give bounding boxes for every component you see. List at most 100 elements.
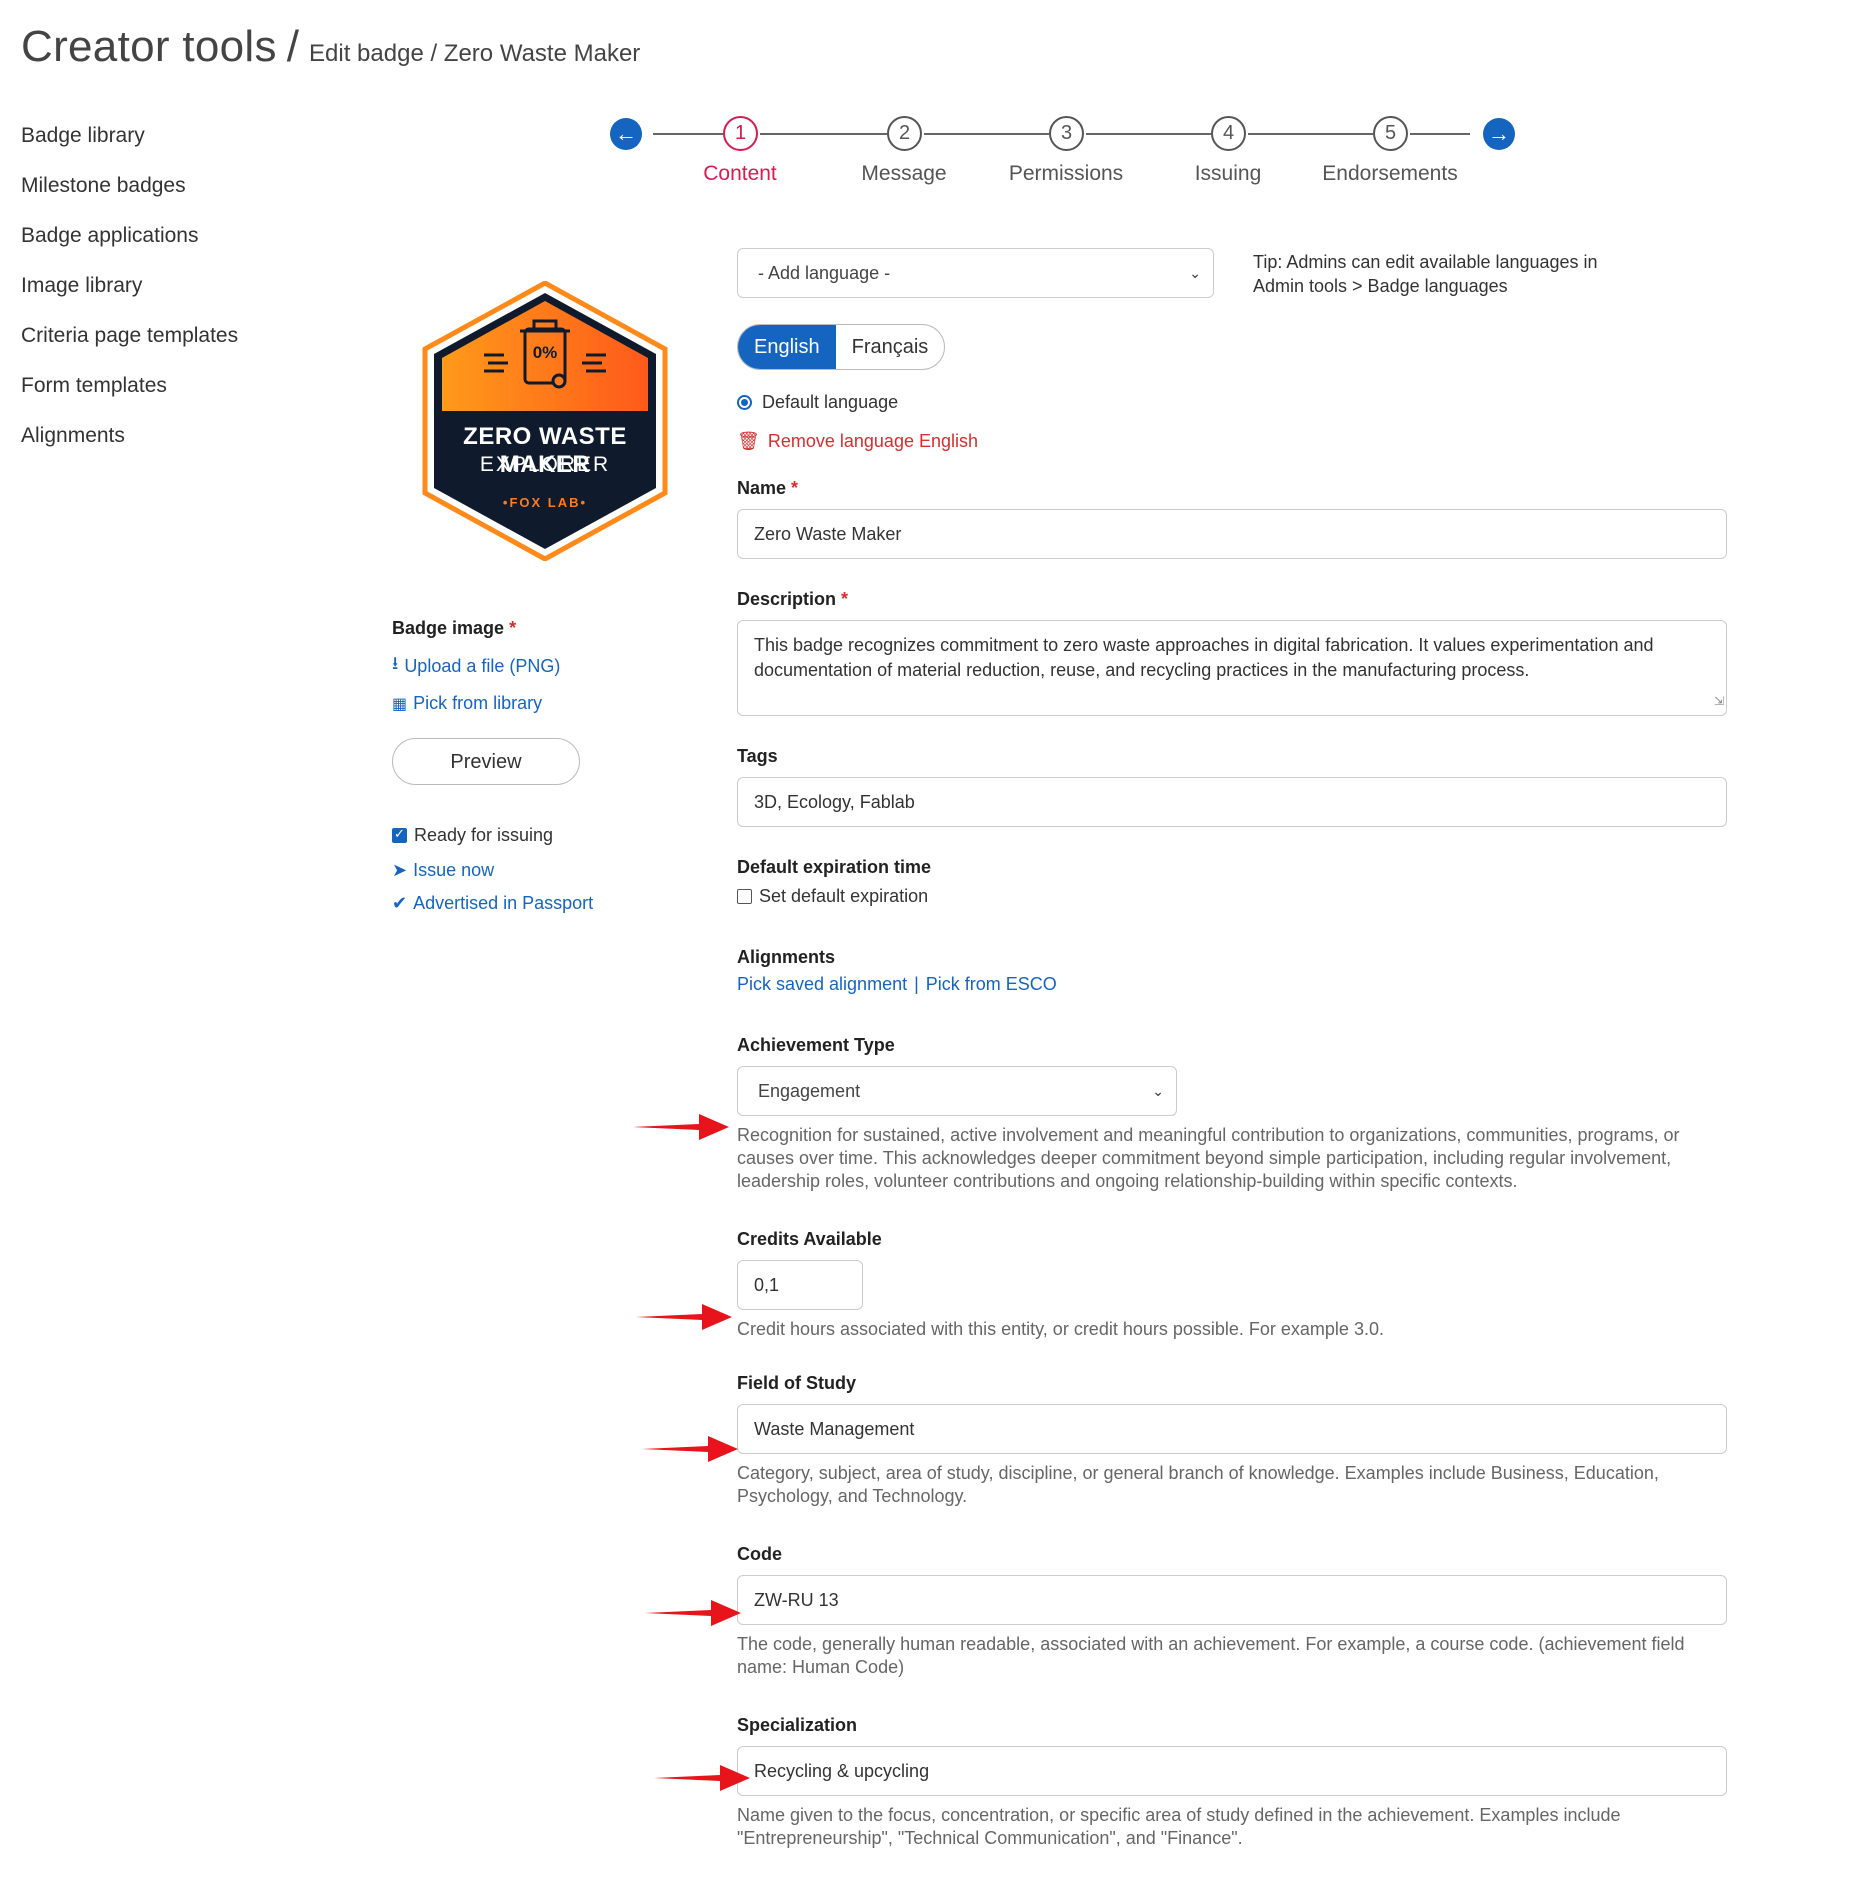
field-of-study-input[interactable]: Waste Management <box>737 1404 1727 1454</box>
issue-now-link[interactable]: ➤ Issue now <box>392 860 652 881</box>
language-tip: Tip: Admins can edit available languages… <box>1253 250 1653 298</box>
pick-saved-alignment-link[interactable]: Pick saved alignment <box>737 974 907 995</box>
language-tip-line1: Tip: Admins can edit available languages… <box>1253 252 1598 272</box>
pick-from-esco-link[interactable]: Pick from ESCO <box>926 974 1057 995</box>
alignment-divider: | <box>914 974 919 994</box>
resize-handle-icon[interactable]: ⇲ <box>1714 689 1724 714</box>
required-mark: * <box>791 478 799 498</box>
annotation-arrow-icon <box>654 1765 750 1791</box>
annotation-arrow-icon <box>645 1600 741 1626</box>
field-of-study-label: Field of Study <box>737 1373 856 1393</box>
default-language-row: Default language <box>737 392 1727 413</box>
specialization-help: Name given to the focus, concentration, … <box>737 1805 1621 1848</box>
field-of-study-help: Category, subject, area of study, discip… <box>737 1463 1659 1506</box>
description-label: Description * <box>737 589 1727 610</box>
stepper-line <box>924 133 1049 135</box>
default-language-radio[interactable] <box>737 395 752 410</box>
chevron-down-icon: ⌄ <box>1152 1083 1164 1099</box>
step-4-circle[interactable]: 4 <box>1211 116 1246 151</box>
name-input[interactable]: Zero Waste Maker <box>737 509 1727 559</box>
sidebar-item-criteria-page-templates[interactable]: Criteria page templates <box>21 318 238 368</box>
sidebar-item-form-templates[interactable]: Form templates <box>21 368 238 418</box>
set-default-expiration-checkbox[interactable] <box>737 889 752 904</box>
badge-org-text: •FOX LAB• <box>502 495 588 510</box>
tags-input[interactable]: 3D, Ecology, Fablab <box>737 777 1727 827</box>
advertised-in-passport-link-text: Advertised in Passport <box>413 893 594 913</box>
badge-image-panel: Badge image * ⭳ Upload a file (PNG) ▦ Pi… <box>392 618 652 914</box>
required-mark: * <box>509 618 517 638</box>
badge-subtitle-text: EXPLORER <box>479 453 611 476</box>
expiration-label: Default expiration time <box>737 857 932 877</box>
step-3-circle[interactable]: 3 <box>1049 116 1084 151</box>
page-title: Creator tools <box>21 22 277 71</box>
issue-now-link-text: Issue now <box>413 860 495 880</box>
ready-for-issuing-checkbox[interactable] <box>392 826 407 843</box>
tab-francais[interactable]: Français <box>836 325 945 369</box>
sidebar-item-alignments[interactable]: Alignments <box>21 418 238 468</box>
upload-icon: ⭳ <box>392 653 399 673</box>
annotation-arrow-icon <box>636 1304 732 1330</box>
achievement-type-select[interactable]: Engagement ⌄ <box>737 1066 1177 1116</box>
expiration-row: Set default expiration <box>737 886 1727 907</box>
tab-english[interactable]: English <box>738 325 836 369</box>
step-5-label[interactable]: Endorsements <box>1310 162 1470 186</box>
preview-button[interactable]: Preview <box>392 738 580 785</box>
pick-from-library-link[interactable]: ▦ Pick from library <box>392 693 652 714</box>
sidebar: Badge library Milestone badges Badge app… <box>21 118 238 468</box>
pick-from-library-link-text: Pick from library <box>413 693 543 713</box>
arrow-left-circle-icon[interactable]: ← <box>610 118 642 150</box>
name-label: Name * <box>737 478 1727 499</box>
badge-image-label: Badge image * <box>392 618 652 639</box>
breadcrumb: Edit badge / Zero Waste Maker <box>309 40 641 67</box>
paper-plane-icon: ➤ <box>392 860 408 880</box>
step-1-label[interactable]: Content <box>660 162 820 186</box>
specialization-input[interactable]: Recycling & upcycling <box>737 1746 1727 1796</box>
badge-hexagon <box>422 280 668 562</box>
default-language-label: Default language <box>762 392 899 412</box>
upload-file-link-text: Upload a file (PNG) <box>404 655 561 676</box>
step-3-label[interactable]: Permissions <box>986 162 1146 186</box>
description-textarea[interactable]: This badge recognizes commitment to zero… <box>737 620 1727 716</box>
achievement-type-label: Achievement Type <box>737 1035 895 1055</box>
credits-label: Credits Available <box>737 1229 882 1249</box>
trash-icon: 🗑 <box>737 431 760 451</box>
remove-language-link-text: Remove language English <box>767 431 978 451</box>
credits-input[interactable]: 0,1 <box>737 1260 863 1310</box>
stepper-line <box>1086 133 1211 135</box>
chevron-down-icon: ⌄ <box>1189 265 1201 281</box>
step-1-circle[interactable]: 1 <box>723 116 758 151</box>
code-input[interactable]: ZW-RU 13 <box>737 1575 1727 1625</box>
badge-content-form: - Add language - ⌄ Tip: Admins can edit … <box>737 248 1727 1850</box>
upload-file-link[interactable]: ⭳ Upload a file (PNG) <box>392 651 652 681</box>
badge-image: 0% ZERO WASTE MAKER EXPLORER •FOX LAB• <box>422 280 668 562</box>
check-icon: ✔ <box>392 893 408 913</box>
add-language-select[interactable]: - Add language - ⌄ <box>737 248 1214 298</box>
annotation-arrow-icon <box>642 1436 738 1462</box>
step-4-label[interactable]: Issuing <box>1148 162 1308 186</box>
step-5-circle[interactable]: 5 <box>1373 116 1408 151</box>
sidebar-item-badge-library[interactable]: Badge library <box>21 118 238 168</box>
step-2-circle[interactable]: 2 <box>887 116 922 151</box>
stepper-line <box>760 133 887 135</box>
code-help: The code, generally human readable, asso… <box>737 1634 1685 1677</box>
description-label-text: Description <box>737 589 837 609</box>
advertised-in-passport-link[interactable]: ✔ Advertised in Passport <box>392 893 652 914</box>
language-tip-line2: Admin tools > Badge languages <box>1253 276 1508 296</box>
tags-label: Tags <box>737 746 778 766</box>
step-2-label[interactable]: Message <box>824 162 984 186</box>
achievement-type-select-value: Engagement <box>758 1081 861 1101</box>
page-header: Creator tools / Edit badge / Zero Waste Ma… <box>21 22 640 72</box>
arrow-right-circle-icon[interactable]: → <box>1483 118 1515 150</box>
language-tabs: English Français <box>737 324 946 370</box>
credits-help: Credit hours associated with this entity… <box>737 1319 1384 1339</box>
breadcrumb-separator: / <box>286 22 300 71</box>
remove-language-link[interactable]: 🗑 Remove language English <box>737 431 1727 452</box>
name-label-text: Name <box>737 478 787 498</box>
stepper-line <box>1248 133 1373 135</box>
sidebar-item-badge-applications[interactable]: Badge applications <box>21 218 238 268</box>
annotation-arrow-icon <box>633 1114 729 1140</box>
sidebar-item-milestone-badges[interactable]: Milestone badges <box>21 168 238 218</box>
sidebar-item-image-library[interactable]: Image library <box>21 268 238 318</box>
description-text: This badge recognizes commitment to zero… <box>754 635 1654 680</box>
stepper-line <box>653 133 723 135</box>
